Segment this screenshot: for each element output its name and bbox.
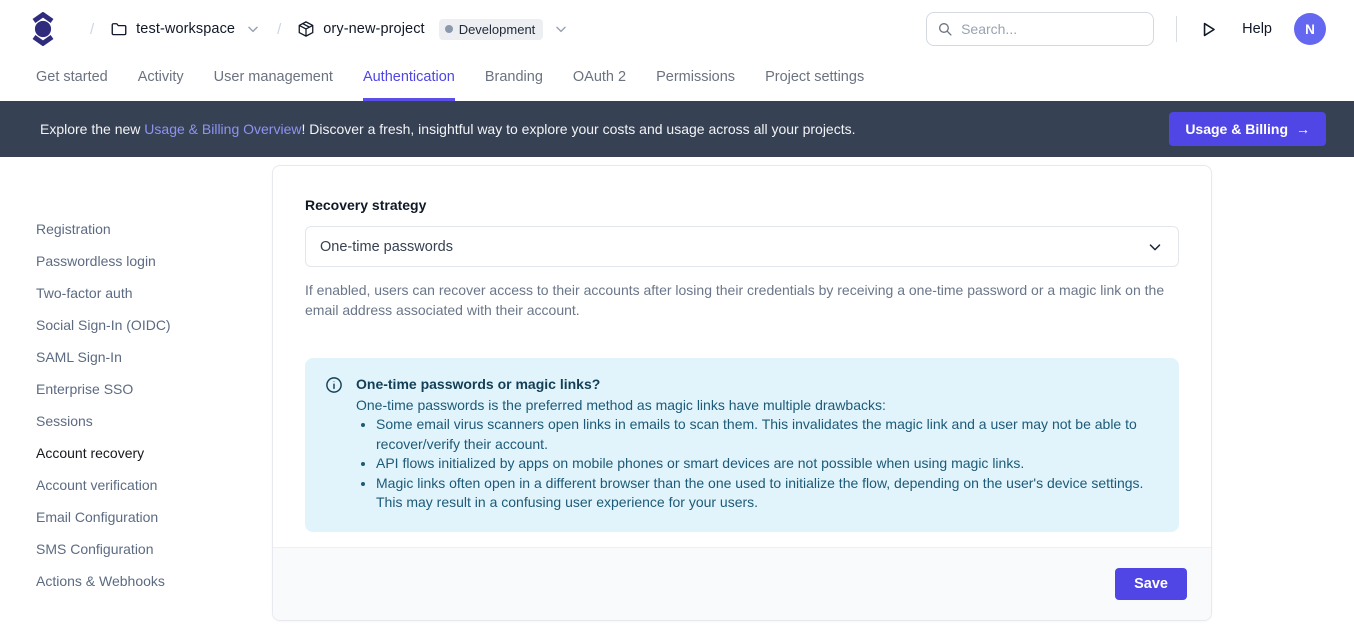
tab-user-management[interactable]: User management: [214, 58, 333, 101]
sidebar-item-social-sign-in[interactable]: Social Sign-In (OIDC): [36, 317, 272, 335]
tab-get-started[interactable]: Get started: [36, 58, 108, 101]
content-area: Registration Passwordless login Two-fact…: [0, 157, 1354, 625]
sidebar-item-email-configuration[interactable]: Email Configuration: [36, 509, 272, 527]
usage-billing-button-label: Usage & Billing: [1185, 121, 1288, 137]
tab-branding[interactable]: Branding: [485, 58, 543, 101]
ory-console-app: / test-workspace / ory-new-project Devel…: [0, 0, 1354, 625]
search-icon: [937, 20, 953, 38]
environment-label: Development: [459, 22, 536, 37]
environment-dot-icon: [445, 25, 453, 33]
sidebar-item-passwordless-login[interactable]: Passwordless login: [36, 253, 272, 271]
sidebar-item-sessions[interactable]: Sessions: [36, 413, 272, 431]
recovery-strategy-select[interactable]: One-time passwords: [305, 226, 1179, 267]
environment-badge: Development: [439, 19, 544, 40]
workspace-name: test-workspace: [136, 21, 235, 37]
recovery-strategy-label: Recovery strategy: [305, 197, 1179, 213]
top-bar-right: Help N: [926, 12, 1326, 46]
workspace-switcher[interactable]: test-workspace: [110, 20, 261, 38]
panel-footer: Save: [273, 547, 1211, 620]
usage-billing-banner: Explore the new Usage & Billing Overview…: [0, 101, 1354, 157]
play-icon: [1199, 20, 1218, 39]
help-link[interactable]: Help: [1242, 21, 1272, 37]
project-nav-tabs: Get started Activity User management Aut…: [0, 58, 1354, 101]
ory-logo-icon[interactable]: [30, 12, 56, 46]
sidebar-item-two-factor-auth[interactable]: Two-factor auth: [36, 285, 272, 303]
sidebar-item-sms-configuration[interactable]: SMS Configuration: [36, 541, 272, 559]
project-switcher[interactable]: ory-new-project Development: [297, 19, 569, 40]
info-box-content: One-time passwords or magic links? One-t…: [356, 375, 1159, 513]
breadcrumb-separator: /: [90, 21, 94, 38]
tab-activity[interactable]: Activity: [138, 58, 184, 101]
info-box-title: One-time passwords or magic links?: [356, 375, 1159, 395]
sidebar-item-saml-sign-in[interactable]: SAML Sign-In: [36, 349, 272, 367]
tab-authentication[interactable]: Authentication: [363, 58, 455, 101]
info-bullet: Magic links often open in a different br…: [376, 474, 1159, 513]
sidebar-item-account-recovery[interactable]: Account recovery: [36, 445, 272, 463]
top-bar-divider: [1176, 16, 1177, 42]
chevron-down-icon: [553, 21, 569, 37]
authentication-sidebar: Registration Passwordless login Two-fact…: [0, 157, 272, 625]
info-box-intro: One-time passwords is the preferred meth…: [356, 396, 1159, 416]
save-button[interactable]: Save: [1115, 568, 1187, 600]
tab-permissions[interactable]: Permissions: [656, 58, 735, 101]
search-box[interactable]: [926, 12, 1154, 46]
package-icon: [297, 20, 315, 38]
info-bullet: Some email virus scanners open links in …: [376, 415, 1159, 454]
sidebar-item-account-verification[interactable]: Account verification: [36, 477, 272, 495]
info-box: One-time passwords or magic links? One-t…: [305, 358, 1179, 532]
usage-billing-button[interactable]: Usage & Billing →: [1169, 112, 1326, 146]
tab-oauth2[interactable]: OAuth 2: [573, 58, 626, 101]
banner-text-prefix: Explore the new: [40, 121, 144, 137]
recovery-strategy-selected-value: One-time passwords: [320, 239, 453, 255]
folder-icon: [110, 20, 128, 38]
recovery-strategy-description: If enabled, users can recover access to …: [305, 280, 1179, 320]
info-box-bullet-list: Some email virus scanners open links in …: [356, 415, 1159, 513]
top-bar: / test-workspace / ory-new-project Devel…: [0, 0, 1354, 58]
user-avatar[interactable]: N: [1294, 13, 1326, 45]
tab-project-settings[interactable]: Project settings: [765, 58, 864, 101]
banner-text-suffix: ! Discover a fresh, insightful way to ex…: [301, 121, 855, 137]
sidebar-item-enterprise-sso[interactable]: Enterprise SSO: [36, 381, 272, 399]
usage-billing-overview-link[interactable]: Usage & Billing Overview: [144, 121, 301, 137]
playground-button[interactable]: [1199, 20, 1218, 39]
panel-body: Recovery strategy One-time passwords If …: [273, 166, 1211, 547]
chevron-down-icon: [1146, 238, 1164, 256]
info-icon: [325, 376, 343, 394]
project-name: ory-new-project: [323, 21, 424, 37]
banner-text: Explore the new Usage & Billing Overview…: [40, 121, 856, 137]
account-recovery-panel: Recovery strategy One-time passwords If …: [272, 165, 1212, 621]
search-input[interactable]: [961, 21, 1143, 37]
chevron-down-icon: [245, 21, 261, 37]
sidebar-item-registration[interactable]: Registration: [36, 221, 272, 239]
info-bullet: API flows initialized by apps on mobile …: [376, 454, 1159, 474]
sidebar-item-actions-webhooks[interactable]: Actions & Webhooks: [36, 573, 272, 591]
arrow-right-icon: →: [1296, 121, 1310, 137]
breadcrumb-separator: /: [277, 21, 281, 38]
